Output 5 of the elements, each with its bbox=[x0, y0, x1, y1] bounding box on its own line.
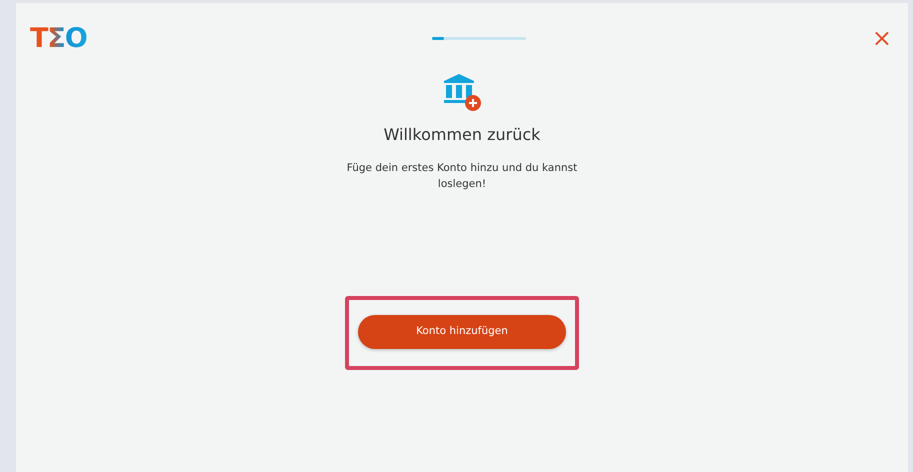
bank-add-icon bbox=[442, 73, 482, 112]
message: Füge dein erstes Konto hinzu und du kannst loslegen! bbox=[346, 161, 578, 192]
close-button[interactable]: × bbox=[872, 26, 892, 50]
title: Willkommen zurück bbox=[384, 125, 540, 144]
add-account-button[interactable]: Konto hinzufügen bbox=[358, 314, 566, 349]
